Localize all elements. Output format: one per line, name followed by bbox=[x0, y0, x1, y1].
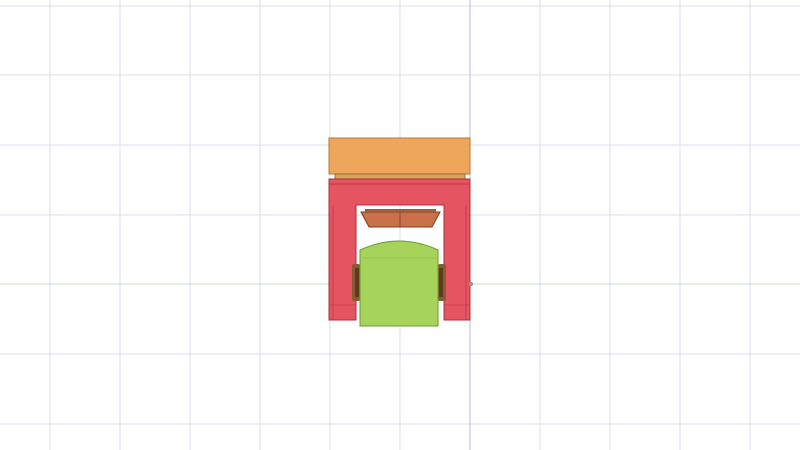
roller[interactable] bbox=[359, 240, 439, 327]
axle-hub-left[interactable] bbox=[352, 264, 360, 301]
axle-hub-right-inner bbox=[439, 268, 443, 297]
bearing-disc-face bbox=[361, 212, 440, 227]
top-plate[interactable] bbox=[328, 137, 471, 175]
axle-hub-right[interactable] bbox=[438, 264, 446, 301]
assembly-model[interactable] bbox=[328, 137, 474, 327]
bearing-disc[interactable] bbox=[360, 209, 441, 228]
axle-hub-left-inner bbox=[355, 268, 359, 297]
roller-face bbox=[360, 241, 438, 326]
bearing-disc-rim bbox=[365, 209, 436, 212]
3d-viewport[interactable] bbox=[0, 0, 800, 450]
viewport-canvas[interactable] bbox=[0, 0, 800, 450]
origin-point bbox=[468, 281, 474, 287]
plate-spacer bbox=[335, 174, 465, 179]
top-plate-face bbox=[329, 138, 470, 174]
